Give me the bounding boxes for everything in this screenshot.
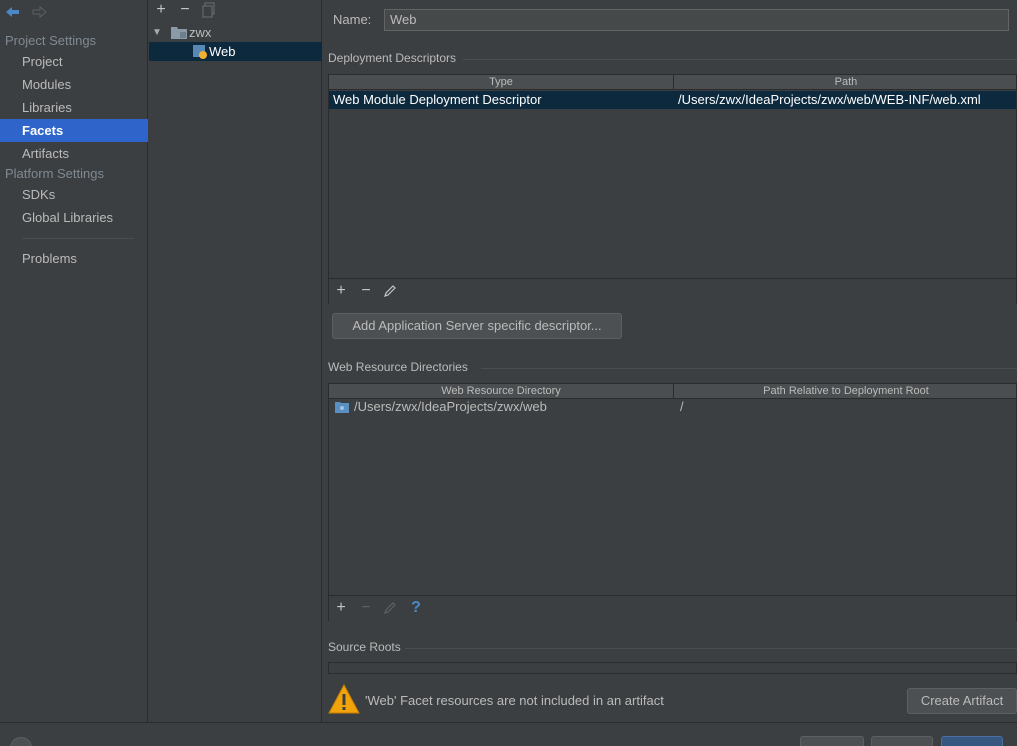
dialog-button-bar [0, 722, 1017, 746]
sidebar-item-libraries[interactable]: Libraries [0, 96, 148, 119]
web-resource-directories-title: Web Resource Directories [328, 360, 468, 374]
forward-arrow-icon[interactable] [30, 4, 48, 20]
web-resource-table: Web Resource Directory Path Relative to … [328, 383, 1017, 621]
source-roots-title: Source Roots [328, 640, 401, 654]
column-header-type[interactable]: Type [329, 75, 674, 90]
project-settings-heading: Project Settings [5, 33, 97, 48]
sidebar-item-global-libraries[interactable]: Global Libraries [0, 206, 148, 229]
apply-button[interactable] [871, 736, 933, 746]
tree-node-zwx[interactable]: ▼ zwx [149, 23, 322, 42]
resources-toolbar: + − ? [329, 595, 1016, 621]
add-facet-button[interactable]: + [154, 2, 168, 18]
column-header-path[interactable]: Path [674, 75, 1017, 90]
sidebar-item-project[interactable]: Project [0, 50, 148, 73]
edit-pencil-icon[interactable] [383, 601, 397, 615]
tree-node-web[interactable]: Web [149, 42, 322, 61]
remove-facet-button[interactable]: − [178, 2, 192, 18]
group-divider [481, 368, 1017, 369]
add-resource-button[interactable]: + [333, 600, 349, 616]
sidebar-item-facets[interactable]: Facets [0, 119, 148, 142]
platform-settings-heading: Platform Settings [5, 166, 104, 181]
tree-node-label: zwx [189, 25, 212, 40]
ok-button[interactable] [941, 736, 1003, 746]
deployment-descriptors-title: Deployment Descriptors [328, 51, 457, 65]
relative-path-cell: / [680, 399, 684, 414]
deployment-descriptors-table: Type Path Web Module Deployment Descript… [328, 74, 1017, 304]
facet-tree-panel: + − ▼ zwx Web [149, 0, 322, 722]
sidebar-divider [22, 238, 134, 239]
module-folder-icon [171, 27, 187, 39]
sidebar-item-sdks[interactable]: SDKs [0, 183, 148, 206]
copy-icon[interactable] [202, 2, 216, 18]
sidebar-item-problems[interactable]: Problems [0, 247, 148, 270]
settings-sidebar: Project Settings Project Modules Librari… [0, 0, 148, 722]
back-arrow-icon[interactable] [4, 4, 22, 20]
source-roots-list[interactable] [328, 662, 1017, 674]
table-header: Web Resource Directory Path Relative to … [329, 384, 1016, 399]
sidebar-item-modules[interactable]: Modules [0, 73, 148, 96]
name-input[interactable]: Web [384, 9, 1009, 31]
descriptor-path-cell: /Users/zwx/IdeaProjects/zwx/web/WEB-INF/… [678, 92, 981, 107]
table-row[interactable]: /Users/zwx/IdeaProjects/zwx/web / [329, 398, 1016, 416]
name-label: Name: [333, 12, 372, 27]
tree-toolbar: + − [154, 2, 216, 18]
table-header: Type Path [329, 75, 1016, 90]
web-facet-icon [193, 45, 207, 59]
warning-message: 'Web' Facet resources are not included i… [365, 693, 664, 708]
descriptor-type-cell: Web Module Deployment Descriptor [333, 92, 542, 107]
folder-icon [335, 402, 349, 413]
remove-descriptor-button[interactable]: − [358, 283, 374, 299]
tree-node-label: Web [209, 44, 236, 59]
expand-triangle-icon[interactable]: ▼ [152, 23, 162, 42]
create-artifact-button[interactable]: Create Artifact [907, 688, 1017, 714]
add-server-descriptor-button[interactable]: Add Application Server specific descript… [332, 313, 622, 339]
group-divider [463, 59, 1017, 60]
sidebar-item-artifacts[interactable]: Artifacts [0, 142, 148, 165]
facet-editor: Name: Web Deployment Descriptors Type Pa… [323, 0, 1017, 722]
help-button[interactable]: ? [408, 600, 424, 616]
deployment-toolbar: + − [329, 278, 1016, 304]
remove-resource-button[interactable]: − [358, 600, 374, 616]
warning-icon [328, 684, 360, 714]
edit-pencil-icon[interactable] [383, 284, 397, 298]
column-header-directory[interactable]: Web Resource Directory [329, 384, 674, 399]
nav-arrows [4, 4, 48, 20]
table-row[interactable]: Web Module Deployment Descriptor /Users/… [329, 91, 1016, 109]
add-descriptor-button[interactable]: + [333, 283, 349, 299]
group-divider [405, 648, 1017, 649]
help-circle-icon[interactable] [10, 737, 32, 746]
resource-directory-cell: /Users/zwx/IdeaProjects/zwx/web [354, 399, 547, 414]
cancel-button[interactable] [800, 736, 864, 746]
column-header-relative-path[interactable]: Path Relative to Deployment Root [674, 384, 1017, 399]
